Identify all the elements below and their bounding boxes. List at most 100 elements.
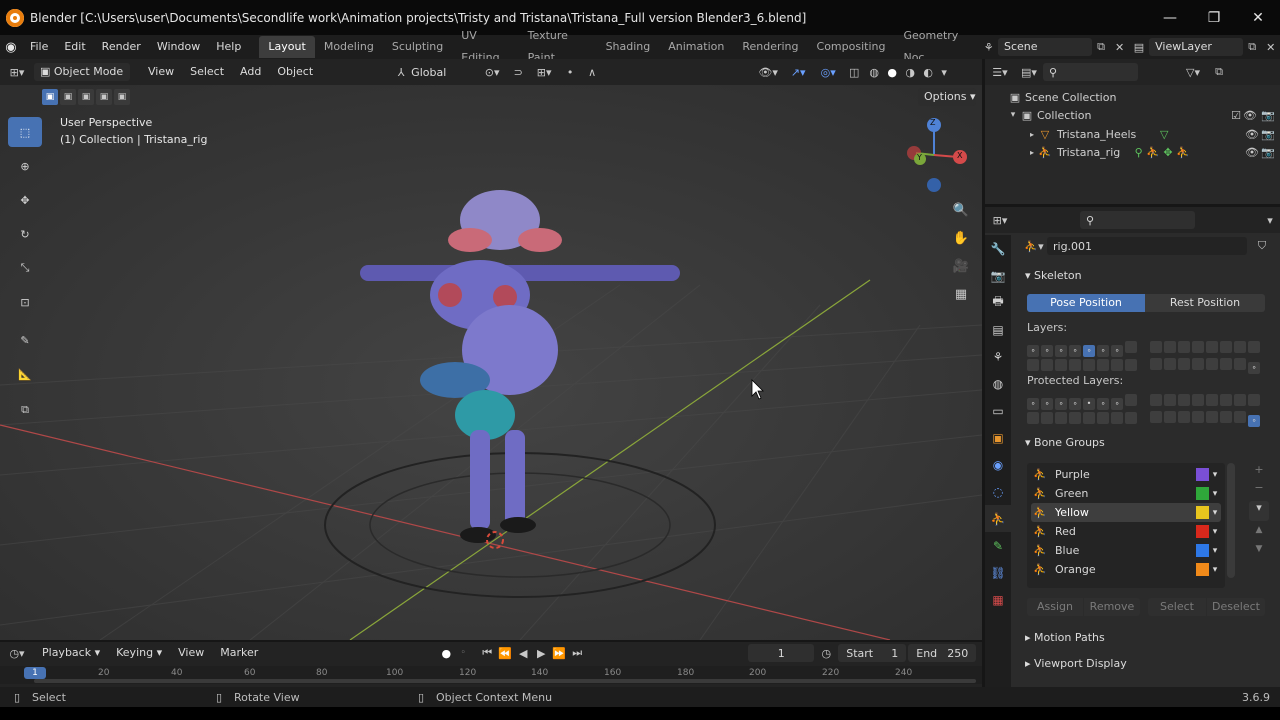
- view-layer-selector[interactable]: ViewLayer: [1149, 38, 1243, 56]
- transform-orientation-dropdown[interactable]: Global: [411, 66, 477, 79]
- rest-position-button[interactable]: Rest Position: [1145, 294, 1265, 312]
- tab-compositing[interactable]: Compositing: [808, 36, 895, 58]
- select-extend-icon[interactable]: ▣: [60, 89, 76, 105]
- assign-button[interactable]: Assign: [1027, 598, 1083, 616]
- collection-tab-icon[interactable]: ▭: [985, 397, 1011, 424]
- new-view-layer-icon[interactable]: ⧉: [1243, 40, 1262, 54]
- menu-select[interactable]: Select: [182, 60, 232, 84]
- list-item[interactable]: ⛹ Green ▾: [1031, 484, 1221, 503]
- skeleton-panel-header[interactable]: ▾ Skeleton: [1025, 269, 1082, 282]
- navigation-gizmo[interactable]: Z X Y: [900, 115, 972, 195]
- physics-tab-icon[interactable]: ◌: [985, 478, 1011, 505]
- snap-target-icon[interactable]: ⊞▾: [529, 66, 559, 79]
- armature-name-field[interactable]: rig.001: [1047, 237, 1247, 255]
- view-layer-icon[interactable]: ▤: [1129, 41, 1149, 54]
- scene-tab-icon[interactable]: ⚘: [985, 343, 1011, 370]
- new-collection-icon[interactable]: ⧉: [1208, 65, 1230, 79]
- armature-data-tab-icon[interactable]: ⛹: [985, 505, 1011, 532]
- outliner-search-input[interactable]: ⚲: [1043, 63, 1138, 81]
- color-swatch[interactable]: [1196, 544, 1209, 557]
- bone-groups-scrollbar[interactable]: [1227, 463, 1235, 578]
- play-icon[interactable]: ▶: [532, 647, 550, 660]
- menu-window[interactable]: Window: [149, 35, 208, 59]
- viewport-display-panel-header[interactable]: ▸ Viewport Display: [1025, 657, 1127, 670]
- scene-icon[interactable]: ⚘: [979, 41, 998, 54]
- deselect-button[interactable]: Deselect: [1207, 598, 1265, 616]
- list-item[interactable]: ⛹ Red ▾: [1031, 522, 1221, 541]
- remove-bone-group-icon[interactable]: −: [1249, 481, 1269, 499]
- pivot-point-icon[interactable]: ⊙▾: [477, 66, 507, 79]
- collection-render-icon[interactable]: 📷: [1259, 109, 1277, 122]
- fake-user-icon[interactable]: ⛉: [1253, 239, 1271, 253]
- playback-menu[interactable]: Playback ▾: [34, 641, 108, 665]
- color-swatch[interactable]: [1196, 487, 1209, 500]
- delete-scene-icon[interactable]: ✕: [1110, 41, 1129, 54]
- move-up-icon[interactable]: ▲: [1249, 525, 1269, 541]
- menu-object[interactable]: Object: [269, 60, 321, 84]
- tab-animation[interactable]: Animation: [659, 36, 733, 58]
- wireframe-shading-icon[interactable]: ◍: [865, 66, 883, 79]
- minimize-button[interactable]: —: [1148, 0, 1192, 35]
- outliner-row-heels[interactable]: ▸ ▽ Tristana_Heels ▽ 👁 📷: [1027, 125, 1277, 143]
- dropdown-arrow-icon[interactable]: ▾: [1209, 508, 1221, 518]
- auto-keying-options-icon[interactable]: ◦: [456, 648, 470, 658]
- cursor-tool-icon[interactable]: ⊕: [8, 151, 42, 181]
- delete-view-layer-icon[interactable]: ✕: [1261, 41, 1280, 54]
- transform-tool-icon[interactable]: ⊡: [8, 287, 42, 317]
- record-icon[interactable]: ●: [436, 647, 456, 660]
- collapse-arrow-icon[interactable]: ▾: [1007, 110, 1019, 120]
- protected-layers-grid[interactable]: ∘ ∘ ∘ ∘ • ∘ ∘: [1027, 394, 1139, 427]
- timeline-view-menu[interactable]: View: [170, 641, 212, 665]
- properties-options-icon[interactable]: ▾: [1260, 214, 1280, 227]
- menu-render[interactable]: Render: [94, 35, 149, 59]
- start-frame-field[interactable]: Start 1: [838, 644, 907, 662]
- rig-visibility-icon[interactable]: 👁: [1245, 146, 1259, 159]
- jump-start-icon[interactable]: ⏮: [478, 646, 496, 660]
- new-scene-icon[interactable]: ⧉: [1092, 40, 1111, 54]
- menu-add[interactable]: Add: [232, 60, 269, 84]
- layers-grid-right[interactable]: ∘: [1150, 341, 1262, 374]
- menu-help[interactable]: Help: [208, 35, 249, 59]
- menu-edit[interactable]: Edit: [56, 35, 93, 59]
- marker-menu[interactable]: Marker: [212, 641, 266, 665]
- shading-options-icon[interactable]: ▾: [937, 66, 951, 79]
- annotate-tool-icon[interactable]: ✎: [8, 325, 42, 355]
- color-swatch[interactable]: [1196, 563, 1209, 576]
- expand-arrow-icon[interactable]: ▸: [1027, 148, 1037, 157]
- list-item-selected[interactable]: ⛹ Yellow ▾: [1031, 503, 1221, 522]
- editor-type-icon[interactable]: ⊞▾: [0, 66, 34, 79]
- outliner-editor-type-icon[interactable]: ☰▾: [985, 66, 1015, 79]
- play-reverse-icon[interactable]: ◀: [514, 647, 532, 660]
- object-tab-icon[interactable]: ▣: [985, 424, 1011, 451]
- move-tool-icon[interactable]: ✥: [8, 185, 42, 215]
- jump-keyframe-back-icon[interactable]: ⏪: [496, 647, 514, 660]
- timeline-ruler[interactable]: 1 20 40 60 80 100 120 140 160 180 200 22…: [0, 666, 982, 684]
- filter-icon[interactable]: ▽▾: [1178, 66, 1208, 79]
- dropdown-arrow-icon[interactable]: ▾: [1209, 546, 1221, 556]
- move-down-icon[interactable]: ▼: [1249, 544, 1269, 560]
- color-swatch[interactable]: [1196, 525, 1209, 538]
- properties-editor-type-icon[interactable]: ⊞▾: [985, 214, 1015, 227]
- playhead-frame[interactable]: 1: [24, 667, 46, 679]
- 3d-viewport[interactable]: User Perspective (1) Collection | Trista…: [0, 85, 982, 640]
- heels-visibility-icon[interactable]: 👁: [1245, 128, 1259, 141]
- expand-arrow-icon[interactable]: ▸: [1027, 130, 1037, 139]
- layers-grid[interactable]: ∘ ∘ ∘ ∘ ∘ ∘ ∘: [1027, 341, 1139, 374]
- constraints-tab-icon[interactable]: ⛓: [985, 559, 1011, 586]
- bone-group-specials-icon[interactable]: ▾: [1249, 501, 1269, 521]
- select-intersect-icon[interactable]: ▣: [114, 89, 130, 105]
- visibility-toggle-icon[interactable]: 👁▾: [753, 66, 783, 79]
- render-tab-icon[interactable]: 📷: [985, 262, 1011, 289]
- list-item[interactable]: ⛹ Purple ▾: [1031, 465, 1221, 484]
- tab-modeling[interactable]: Modeling: [315, 36, 383, 58]
- list-item[interactable]: ⛹ Blue ▾: [1031, 541, 1221, 560]
- snap-toggle-icon[interactable]: ⊃: [507, 66, 529, 79]
- options-dropdown[interactable]: Options ▾: [918, 88, 976, 106]
- jump-keyframe-forward-icon[interactable]: ⏩: [550, 647, 568, 660]
- overlay-toggle-icon[interactable]: ◎▾: [813, 66, 843, 79]
- timeline-editor-type-icon[interactable]: ◷▾: [0, 647, 34, 660]
- select-button[interactable]: Select: [1148, 598, 1206, 616]
- current-frame-field[interactable]: 1: [748, 644, 815, 662]
- falloff-icon[interactable]: ∧: [581, 66, 603, 79]
- motion-paths-panel-header[interactable]: ▸ Motion Paths: [1025, 631, 1105, 644]
